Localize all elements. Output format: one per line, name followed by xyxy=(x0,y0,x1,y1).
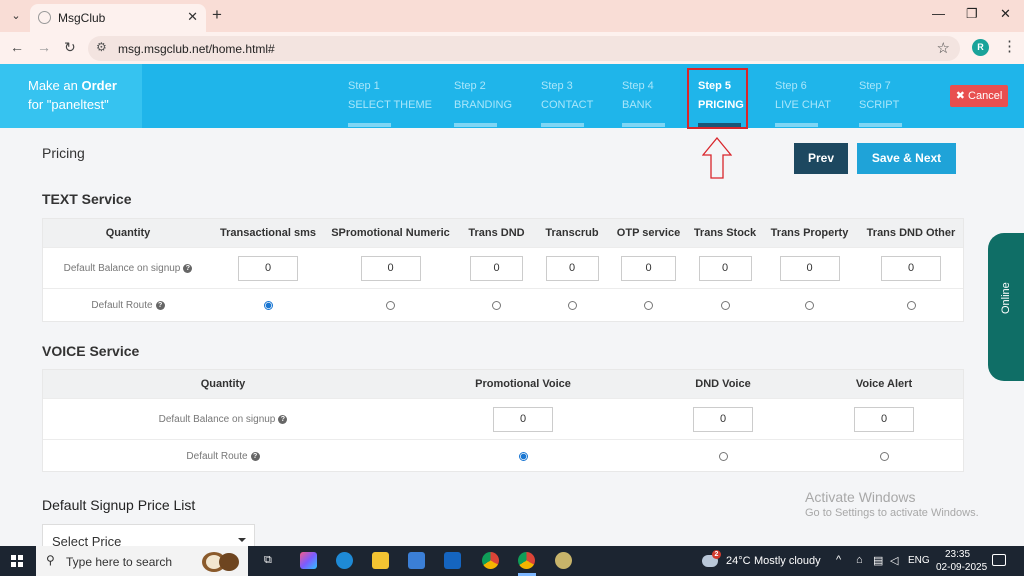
route-label: Default Route? xyxy=(43,440,403,472)
balance-input-trans-dnd-other[interactable] xyxy=(881,255,941,281)
table-row: Default Route? xyxy=(43,440,963,472)
tab-title: MsgClub xyxy=(58,11,106,25)
annotation-highlight-box xyxy=(687,68,748,129)
balance-label: Default Balance on signup? xyxy=(43,248,213,288)
help-icon[interactable]: ? xyxy=(250,451,260,461)
balance-input-trans-dnd[interactable] xyxy=(470,255,523,281)
activate-windows-watermark: Activate Windows xyxy=(805,489,916,505)
order-subtitle: for "paneltest" xyxy=(28,97,109,112)
bookmark-star-icon[interactable]: ☆ xyxy=(937,39,950,57)
browser-address-bar: ← → ↻ ⚙ msg.msgclub.net/home.html# ☆ R ⋮ xyxy=(0,32,1024,64)
caret-down-icon xyxy=(238,538,246,542)
site-info-icon[interactable]: ⚙ xyxy=(96,40,107,54)
network-icon[interactable]: ⌂ xyxy=(856,554,863,566)
window-close-icon[interactable]: ✕ xyxy=(1000,6,1011,22)
balance-input-transactional-sms[interactable] xyxy=(238,255,298,281)
tab-search-dropdown-icon[interactable]: ⌄ xyxy=(6,6,26,26)
order-title-box: Make an Order for "paneltest" xyxy=(0,64,142,128)
weather-badge: 2 xyxy=(712,550,721,559)
table-header-row: Quantity Promotional Voice DND Voice Voi… xyxy=(43,370,963,399)
task-view-icon[interactable]: ⧉ xyxy=(264,554,272,567)
route-radio-trans-dnd-other[interactable] xyxy=(906,301,916,310)
table-row: Default Balance on signup? xyxy=(43,399,963,440)
back-icon[interactable]: ← xyxy=(10,39,24,55)
copilot-icon[interactable] xyxy=(300,552,317,569)
balance-label: Default Balance on signup? xyxy=(43,399,403,439)
route-radio-trans-property[interactable] xyxy=(805,301,814,310)
voice-service-title: VOICE Service xyxy=(42,343,140,359)
temperature[interactable]: 24°C xyxy=(726,555,751,567)
balance-input-voice-alert[interactable] xyxy=(854,406,914,432)
edge-icon[interactable] xyxy=(336,552,353,569)
balance-input-trans-stock[interactable] xyxy=(698,255,752,281)
windows-start-icon[interactable] xyxy=(11,555,23,567)
clock-time[interactable]: 23:35 xyxy=(945,549,970,560)
help-icon[interactable]: ? xyxy=(278,414,288,424)
globe-icon xyxy=(38,11,51,24)
chrome-profile-icon[interactable] xyxy=(518,552,535,569)
minimize-icon[interactable]: — xyxy=(932,6,945,21)
route-label: Default Route? xyxy=(43,289,213,322)
coconut-widget-icon xyxy=(202,552,239,572)
route-radio-transcrub[interactable] xyxy=(567,301,577,310)
voice-service-table: Quantity Promotional Voice DND Voice Voi… xyxy=(42,369,964,472)
text-service-title: TEXT Service xyxy=(42,191,132,207)
file-explorer-icon[interactable] xyxy=(372,552,389,569)
online-chat-tab[interactable]: Online xyxy=(988,233,1024,381)
profile-avatar[interactable]: R xyxy=(972,39,989,56)
activate-windows-subtext: Go to Settings to activate Windows. xyxy=(805,507,979,519)
microsoft-store-icon[interactable] xyxy=(408,552,425,569)
route-radio-trans-dnd[interactable] xyxy=(492,301,501,310)
browser-menu-icon[interactable]: ⋮ xyxy=(1002,37,1017,55)
balance-input-spromotional-numeric[interactable] xyxy=(360,255,421,281)
route-radio-otp-service[interactable] xyxy=(644,301,653,310)
annotation-up-arrow-icon xyxy=(702,137,732,179)
clock-date[interactable]: 02-09-2025 xyxy=(936,562,987,573)
close-tab-icon[interactable]: ✕ xyxy=(187,9,198,25)
browser-tab[interactable]: MsgClub ✕ xyxy=(30,4,206,32)
weather-status[interactable]: Mostly cloudy xyxy=(754,555,821,567)
new-tab-icon[interactable]: + xyxy=(212,5,222,25)
table-row: Default Route? xyxy=(43,289,963,322)
text-service-table: Quantity Transactional sms SPromotional … xyxy=(42,218,964,322)
table-header-row: Quantity Transactional sms SPromotional … xyxy=(43,219,963,248)
language-indicator[interactable]: ENG xyxy=(908,555,930,566)
save-next-button[interactable]: Save & Next xyxy=(857,143,956,174)
chrome-icon[interactable] xyxy=(482,552,499,569)
order-wizard-header: Make an Order for "paneltest" Step 1 SEL… xyxy=(0,64,1024,128)
table-row: Default Balance on signup? xyxy=(43,248,963,289)
balance-input-trans-property[interactable] xyxy=(779,255,840,281)
help-icon[interactable]: ? xyxy=(155,301,165,310)
chevron-up-icon[interactable]: ^ xyxy=(836,554,841,566)
route-radio-trans-stock[interactable] xyxy=(720,301,730,310)
restore-icon[interactable]: ❐ xyxy=(966,6,978,22)
route-radio-voice-alert[interactable] xyxy=(879,451,889,461)
route-radio-dnd-voice[interactable] xyxy=(718,451,728,461)
balance-input-dnd-voice[interactable] xyxy=(693,406,753,432)
search-icon: ⚲ xyxy=(46,553,55,567)
notification-icon[interactable] xyxy=(992,554,1006,566)
url-field[interactable]: ⚙ msg.msgclub.net/home.html# ☆ xyxy=(88,36,960,61)
windows-taskbar: ⚲ Type here to search ⧉ 2 24°C Mostly cl… xyxy=(0,546,1024,576)
signup-price-title: Default Signup Price List xyxy=(42,497,196,513)
route-radio-spromotional-numeric[interactable] xyxy=(386,301,395,310)
speaker-muted-icon[interactable]: ◁ xyxy=(890,554,898,567)
browser-tab-bar: ⌄ MsgClub ✕ + — ❐ ✕ xyxy=(0,0,1024,32)
wifi-icon[interactable]: ▤ xyxy=(873,554,883,567)
page-title: Pricing xyxy=(42,145,85,161)
route-radio-promotional-voice[interactable] xyxy=(518,451,528,461)
balance-input-promotional-voice[interactable] xyxy=(493,406,553,432)
reload-icon[interactable]: ↻ xyxy=(64,39,76,56)
outlook-icon[interactable] xyxy=(444,552,461,569)
paint-app-icon[interactable] xyxy=(555,552,572,569)
balance-input-transcrub[interactable] xyxy=(545,255,599,281)
order-title: Make an Order xyxy=(28,78,117,93)
forward-icon[interactable]: → xyxy=(37,39,51,55)
url-text: msg.msgclub.net/home.html# xyxy=(118,42,275,56)
cancel-button[interactable]: ✖ Cancel xyxy=(950,85,1008,107)
prev-button[interactable]: Prev xyxy=(794,143,848,174)
help-icon[interactable]: ? xyxy=(183,263,193,273)
balance-input-otp-service[interactable] xyxy=(621,255,676,281)
route-radio-transactional-sms[interactable] xyxy=(263,301,273,310)
